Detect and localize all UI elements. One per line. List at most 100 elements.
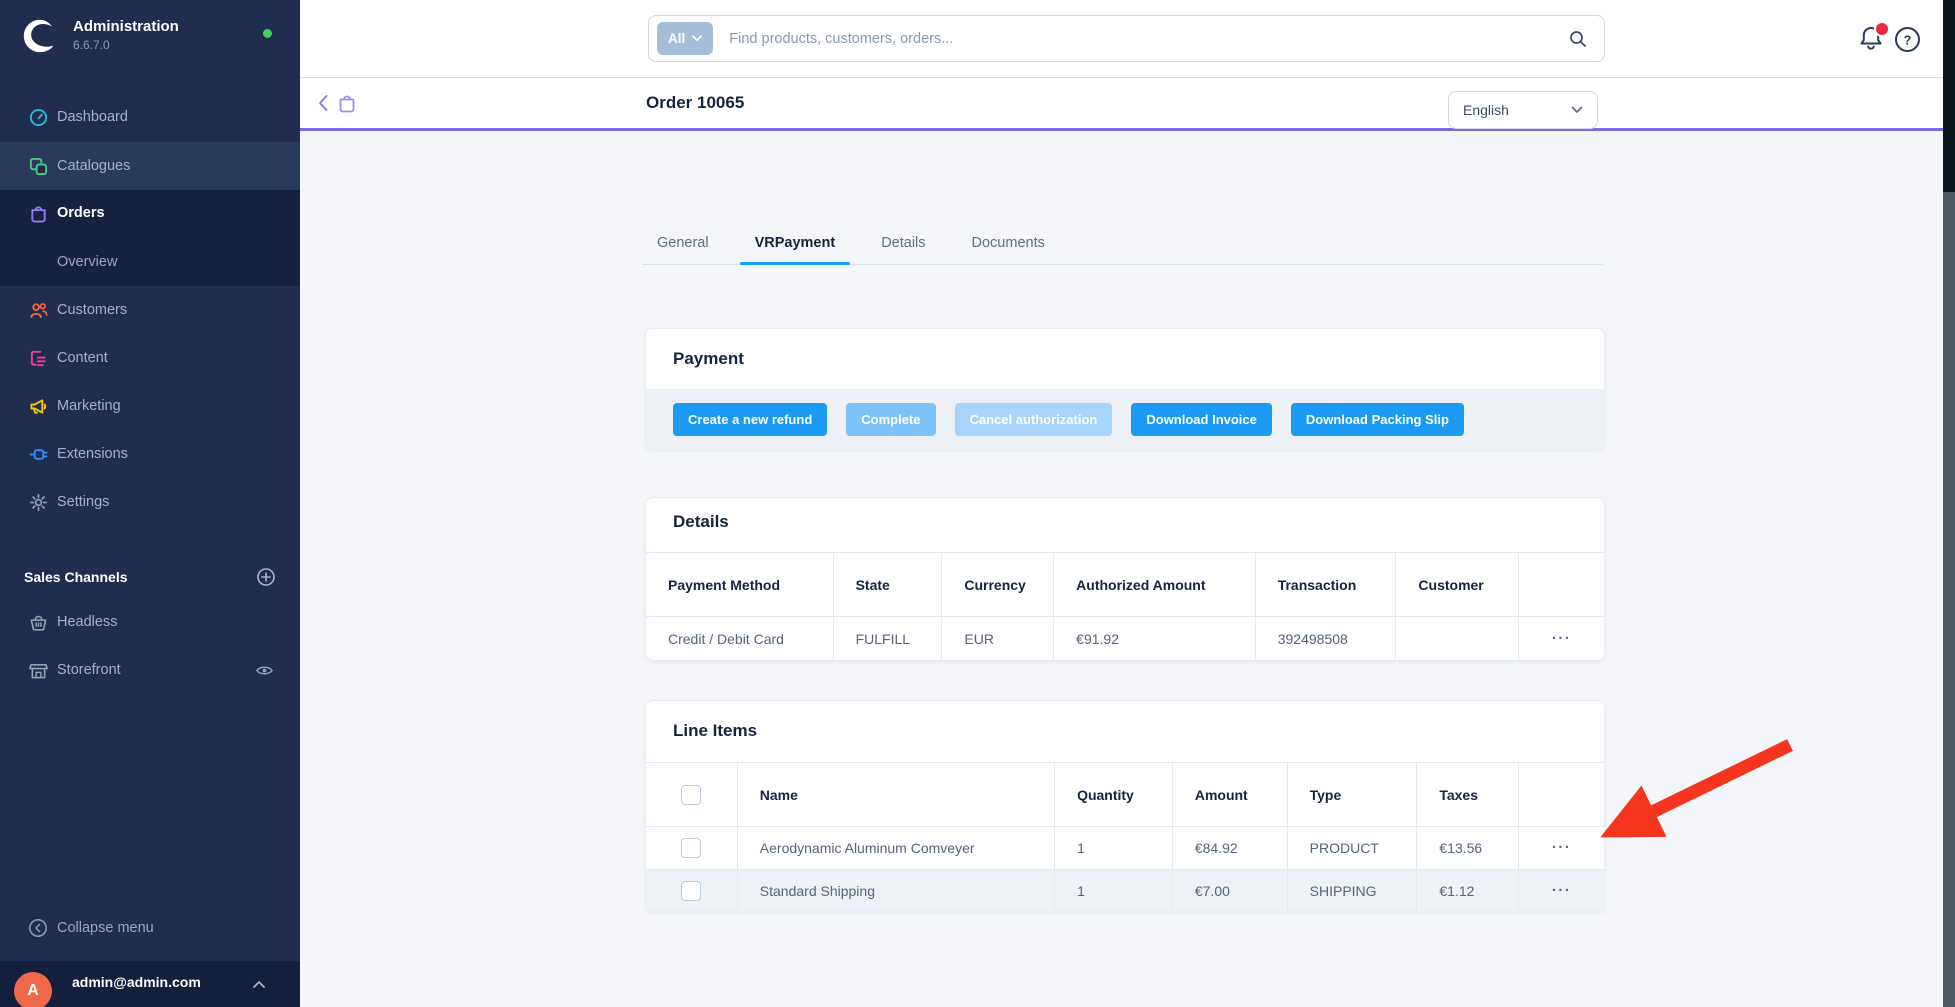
sidebar-item-dashboard[interactable]: Dashboard [0,93,300,141]
row-actions-button[interactable]: ··· [1552,634,1572,644]
details-card: Details Payment Method State Currency Au… [645,497,1605,661]
payment-method-cell: Credit / Debit Card [646,617,833,661]
download-invoice-button[interactable]: Download Invoice [1131,403,1272,436]
select-all-checkbox[interactable] [681,785,701,805]
quantity-cell: 1 [1054,870,1172,912]
column-header-actions [1518,763,1604,826]
row-checkbox[interactable] [681,838,701,858]
sidebar-item-catalogues[interactable]: Catalogues [0,142,300,190]
collapse-menu-button[interactable]: Collapse menu [0,904,300,952]
catalogues-icon [28,156,48,176]
sidebar-item-content[interactable]: Content [0,334,300,382]
sidebar-item-headless[interactable]: Headless [0,598,300,646]
column-header: Name [737,763,1054,826]
currency-cell: EUR [941,617,1053,661]
row-actions-button[interactable]: ··· [1552,886,1572,896]
language-select[interactable]: English [1448,91,1598,129]
admin-window: Administration 6.6.7.0 Dashboard Catalog… [0,0,1955,1007]
sidebar-item-extensions[interactable]: Extensions [0,430,300,478]
column-header: State [833,553,942,616]
status-dot [263,29,272,38]
sidebar-item-label: Dashboard [57,109,128,125]
order-tabs: General VRPayment Details Documents [642,235,1603,265]
sidebar-item-label: Marketing [57,398,121,414]
column-header: Taxes [1416,763,1518,826]
customer-cell [1395,617,1518,661]
sidebar-item-marketing[interactable]: Marketing [0,382,300,430]
download-packing-slip-button[interactable]: Download Packing Slip [1291,403,1464,436]
details-card-title: Details [673,512,729,532]
sidebar-item-label: Storefront [57,662,121,678]
basket-icon [28,612,48,632]
sidebar-item-customers[interactable]: Customers [0,286,300,334]
line-items-table-header: Name Quantity Amount Type Taxes [646,762,1604,826]
storefront-icon [28,660,48,680]
column-header: Authorized Amount [1053,553,1255,616]
search-filter-chip[interactable]: All [657,22,713,55]
help-icon: ? [1894,26,1921,53]
sidebar-item-storefront[interactable]: Storefront [0,646,300,694]
back-button[interactable] [316,93,330,118]
sidebar-item-orders-overview[interactable]: Overview [0,238,300,286]
line-items-card-title: Line Items [673,721,757,741]
column-header: Payment Method [646,553,833,616]
global-search: All [648,15,1605,62]
sidebar-item-settings[interactable]: Settings [0,478,300,526]
shopware-logo-icon [22,18,58,59]
type-cell: SHIPPING [1287,870,1417,912]
chevron-up-icon [252,976,266,994]
line-items-card: Line Items Name Quantity Amount Type Tax… [645,700,1605,912]
chevron-down-icon [692,35,702,42]
brand: Administration 6.6.7.0 [22,18,179,59]
transaction-cell: 392498508 [1255,617,1396,661]
user-menu[interactable]: A admin@admin.com [0,961,300,1007]
table-row: Aerodynamic Aluminum Comveyer 1 €84.92 P… [646,826,1604,869]
tab-documents[interactable]: Documents [957,235,1060,264]
row-checkbox[interactable] [681,881,701,901]
eye-icon[interactable] [255,661,274,680]
authorized-amount-cell: €91.92 [1053,617,1255,661]
marketing-icon [28,396,48,416]
chevron-down-icon [1571,106,1583,114]
column-header: Customer [1395,553,1518,616]
search-icon[interactable] [1568,29,1588,49]
app-title: Administration [73,18,179,36]
amount-cell: €84.92 [1172,827,1287,869]
cancel-authorization-button[interactable]: Cancel authorization [955,403,1113,436]
notification-badge [1874,21,1890,37]
tab-vrpayment[interactable]: VRPayment [740,235,851,264]
sales-channels-header: Sales Channels [0,553,300,601]
column-header: Transaction [1255,553,1396,616]
search-input[interactable] [727,30,1568,48]
sidebar-item-label: Content [57,350,108,366]
sidebar-item-label: Headless [57,614,117,630]
content-icon [28,348,48,368]
help-button[interactable]: ? [1894,26,1921,58]
extensions-icon [28,444,48,464]
sidebar-item-label: Settings [57,494,109,510]
column-header: Type [1287,763,1417,826]
tab-general[interactable]: General [642,235,724,264]
collapse-icon [28,918,48,938]
sidebar-item-orders[interactable]: Orders [0,189,300,237]
create-refund-button[interactable]: Create a new refund [673,403,827,436]
notifications-button[interactable] [1858,25,1884,58]
amount-cell: €7.00 [1172,870,1287,912]
scrollbar-thumb[interactable] [1943,192,1955,1007]
payment-card: Payment Create a new refund Complete Can… [645,328,1605,450]
sidebar-item-label: Orders [57,205,105,221]
svg-text:?: ? [1904,33,1912,47]
details-table: Payment Method State Currency Authorized… [646,552,1604,661]
complete-button[interactable]: Complete [846,403,935,436]
sidebar-item-label: Overview [57,254,117,270]
column-header: Amount [1172,763,1287,826]
smart-bar: Order 10065 English [300,78,1943,131]
quantity-cell: 1 [1054,827,1172,869]
app-version: 6.6.7.0 [73,38,179,52]
add-sales-channel-button[interactable] [256,567,276,587]
gear-icon [28,492,48,512]
taxes-cell: €13.56 [1416,827,1518,869]
order-bag-icon [337,93,357,118]
tab-details[interactable]: Details [866,235,940,264]
row-actions-button[interactable]: ··· [1552,843,1572,853]
